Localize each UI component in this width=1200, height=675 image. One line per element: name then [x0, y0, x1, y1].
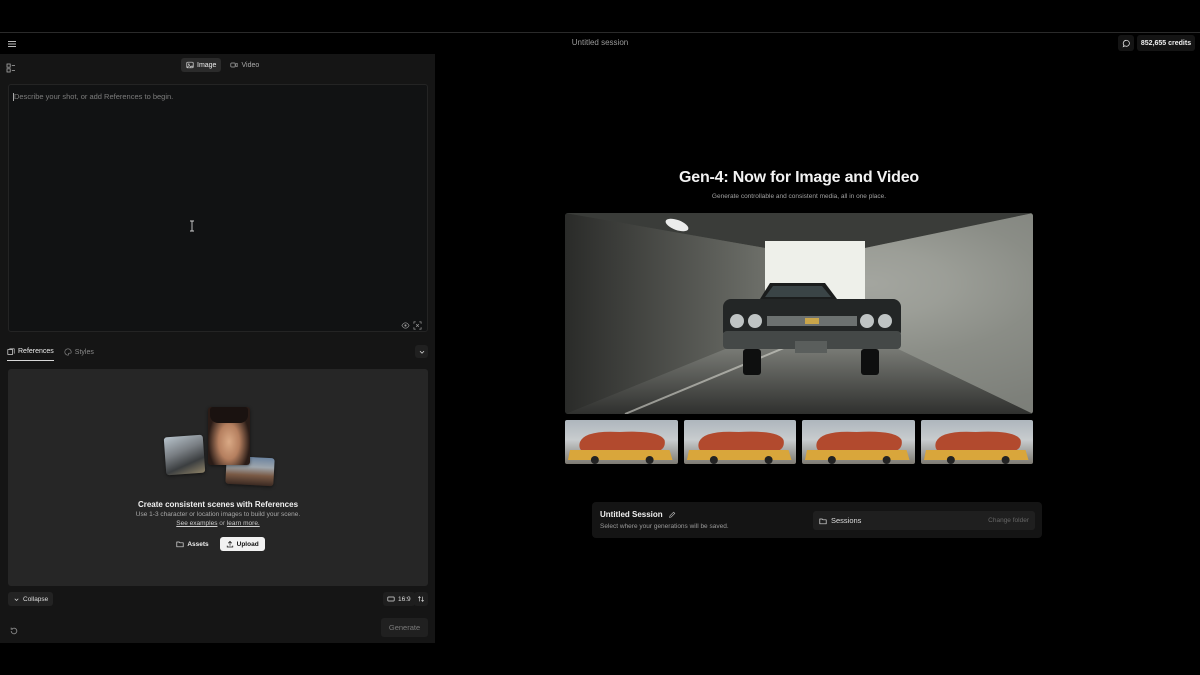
chevron-down-icon	[419, 350, 424, 354]
references-dropzone[interactable]: Create consistent scenes with References…	[8, 369, 428, 586]
reference-example-location-image	[163, 434, 206, 476]
tab-styles[interactable]: Styles	[64, 343, 94, 361]
references-actions: Assets Upload	[8, 537, 428, 551]
image-icon	[186, 61, 194, 69]
reset-icon[interactable]	[9, 623, 19, 635]
sessions-folder-selector[interactable]: Sessions Change folder	[813, 511, 1035, 530]
sample-thumbnail-4[interactable]	[920, 420, 1033, 464]
folder-icon	[819, 518, 827, 524]
sample-thumbnail-2[interactable]	[683, 420, 796, 464]
aspect-ratio-icon	[387, 596, 395, 602]
generate-button[interactable]: Generate	[381, 618, 428, 637]
frame-select-icon[interactable]	[413, 317, 422, 330]
mouse-cursor-icon	[189, 219, 195, 232]
collapse-label: Collapse	[23, 595, 49, 603]
sample-thumbnail-1[interactable]	[565, 420, 678, 464]
reference-tabs: References Styles	[7, 343, 94, 364]
swap-orientation-button[interactable]	[414, 592, 428, 606]
panel-settings-icon[interactable]	[6, 60, 16, 73]
assets-button[interactable]: Assets	[171, 537, 213, 551]
chat-button[interactable]	[1118, 35, 1134, 51]
tab-references[interactable]: References	[7, 343, 54, 361]
tab-video-label: Video	[241, 61, 260, 69]
sample-thumbnail-3[interactable]	[802, 420, 915, 464]
video-icon	[230, 62, 238, 68]
hero-car-tunnel-image	[565, 213, 1033, 414]
collapse-button[interactable]: Collapse	[8, 592, 54, 606]
links-or-text: or	[219, 520, 226, 527]
tab-video[interactable]: Video	[225, 58, 264, 72]
references-subtitle: Use 1-3 character or location images to …	[135, 511, 301, 518]
session-card: Untitled Session Select where your gener…	[592, 502, 1042, 538]
sample-thumbnails	[565, 420, 1033, 464]
swap-icon	[417, 596, 425, 602]
session-card-subtitle: Select where your generations will be sa…	[600, 523, 729, 530]
left-panel: Image Video References Styles	[0, 54, 435, 643]
tab-references-label: References	[18, 348, 54, 355]
aspect-ratio-value: 16:9	[398, 595, 411, 603]
hero-subtitle: Generate controllable and consistent med…	[711, 193, 887, 200]
sessions-folder-name: Sessions	[831, 516, 862, 525]
chat-icon	[1122, 39, 1130, 47]
upload-label: Upload	[236, 540, 259, 548]
reference-example-character-image	[208, 407, 250, 465]
sessions-folder-label-row: Sessions	[819, 516, 861, 525]
tab-image-label: Image	[197, 61, 217, 69]
tab-image[interactable]: Image	[181, 58, 222, 72]
upload-icon	[226, 540, 233, 548]
pencil-icon[interactable]	[668, 511, 676, 519]
see-examples-link[interactable]: See examples	[176, 520, 217, 527]
prompt-input[interactable]	[9, 85, 427, 331]
references-links: See examples or learn more.	[8, 520, 428, 527]
learn-more-link[interactable]: learn more.	[227, 520, 260, 527]
upload-button[interactable]: Upload	[219, 537, 265, 551]
tab-styles-label: Styles	[74, 348, 94, 356]
assets-label: Assets	[187, 540, 209, 548]
app-header: Untitled session 852,655 credits	[0, 33, 1200, 54]
session-title[interactable]: Untitled session	[0, 38, 1200, 47]
chevron-down-icon	[14, 598, 19, 601]
prompt-box	[8, 84, 428, 332]
styles-icon	[64, 348, 72, 356]
credits-badge[interactable]: 852,655 credits	[1137, 35, 1195, 51]
change-folder-button[interactable]: Change folder	[988, 517, 1029, 524]
references-dropdown-button[interactable]	[415, 345, 428, 358]
session-card-title-row: Untitled Session	[600, 510, 676, 519]
folder-icon	[176, 541, 184, 548]
eye-icon[interactable]	[401, 317, 410, 329]
references-title: Create consistent scenes with References	[137, 500, 299, 509]
hero-title: Gen-4: Now for Image and Video	[679, 169, 919, 186]
text-caret	[13, 93, 14, 101]
mode-tabs: Image Video	[181, 58, 264, 73]
references-icon	[7, 347, 15, 355]
aspect-ratio-button[interactable]: 16:9	[383, 592, 415, 606]
session-name: Untitled Session	[600, 510, 663, 519]
